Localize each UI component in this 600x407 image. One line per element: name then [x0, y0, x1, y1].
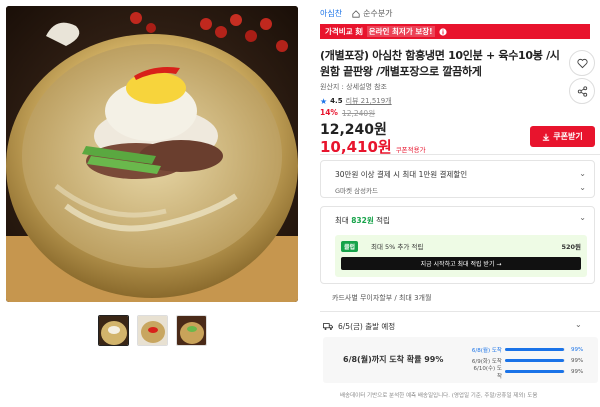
arrival-rows: 6/8(월) 도착 99% 6/9(화) 도착 99% 6/10(수) 도착 99%	[471, 344, 593, 380]
club-join-button[interactable]: 지금 시작하고 최대 적립 받기 →	[341, 257, 581, 270]
card-name: G마켓 삼성카드	[335, 187, 378, 195]
arrival-date: 6/8(월) 도착	[471, 347, 502, 354]
installment-info: 카드사별 무이자할부 / 최대 3개월	[332, 294, 432, 302]
origin-info: 원산지 : 상세설명 참조	[320, 83, 387, 91]
reward-amount: 832원	[351, 216, 374, 225]
card-discount-text: 30만원 이상 결제 시 최대 1만원 결제할인	[335, 170, 468, 179]
favorite-button[interactable]	[569, 50, 595, 76]
shipping-row[interactable]: 6/5(금) 출발 예정 ⌄	[323, 320, 582, 332]
product-info-panel: 아심찬 순수분가 가격비교 刻 온라인 최저가 보장! (개별포장) 아심찬 함…	[320, 0, 600, 407]
share-button[interactable]	[569, 78, 595, 104]
club-reward: 클럽 최대 5% 추가 적립 520원 지금 시작하고 최대 적립 받기 →	[335, 235, 587, 277]
discount-row: 14% 12,240원	[320, 108, 375, 119]
seller-badge: 순수분가	[352, 8, 393, 19]
rating-score: 4.5	[330, 97, 343, 105]
product-title: (개별포장) 아심찬 함흥냉면 10인분 + 육수10봉 /시원함 끝판왕 /개…	[320, 49, 560, 78]
arrival-percent: 99%	[571, 346, 584, 353]
seller-name[interactable]: 아심찬	[320, 8, 342, 19]
product-main-image	[6, 6, 298, 302]
thumbnail-2[interactable]	[137, 315, 168, 346]
reward-box: 최대 832원 적립 ⌄ 클럽 최대 5% 추가 적립 520원 지금 시작하고…	[320, 206, 595, 284]
lowest-price-banner[interactable]: 가격비교 刻 온라인 최저가 보장!	[320, 24, 590, 39]
original-price: 12,240원	[341, 109, 376, 118]
arrival-percent: 99%	[571, 368, 584, 375]
review-count[interactable]: 리뷰 21,519개	[346, 96, 392, 106]
arrival-date: 6/10(수) 도착	[473, 365, 502, 380]
truck-icon	[323, 322, 333, 331]
seller-line: 아심찬 순수분가	[320, 8, 393, 19]
discount-percent: 14%	[320, 108, 338, 117]
arrival-probability: 6/8(월)까지 도착 확률 99%	[343, 355, 444, 364]
divider	[320, 154, 600, 155]
reward-head: 최대 832원 적립	[335, 216, 390, 225]
home-icon	[352, 9, 360, 18]
chevron-down-icon[interactable]: ⌄	[579, 213, 586, 222]
arrival-row: 6/8(월) 도착 99%	[471, 344, 593, 355]
download-icon	[542, 133, 550, 141]
probability-bar	[505, 359, 565, 362]
divider	[320, 311, 600, 312]
chevron-down-icon[interactable]: ⌄	[579, 169, 586, 178]
shipping-label: 6/5(금) 출발 예정	[338, 322, 396, 331]
thumb-image	[138, 316, 167, 345]
probability-fill	[505, 370, 565, 373]
probability-bar	[505, 348, 565, 351]
thumbnail-list	[98, 315, 207, 346]
promo-highlight: 온라인 최저가 보장!	[366, 26, 435, 37]
delivery-note: 배송데이터 기반으로 분석한 예측 배송일입니다. (영업일 기준, 주말/공휴…	[340, 393, 538, 399]
thumbnail-1[interactable]	[98, 315, 129, 346]
probability-fill	[505, 348, 565, 351]
club-reward-desc: 최대 5% 추가 적립	[371, 243, 424, 251]
club-reward-amount: 520원	[561, 243, 581, 251]
card-discount-box[interactable]: 30만원 이상 결제 시 최대 1만원 결제할인 G마켓 삼성카드 ⌄ ⌄	[320, 160, 595, 198]
thumb-image	[177, 316, 206, 345]
get-coupon-button[interactable]: 쿠폰받기	[530, 126, 595, 147]
rating-row[interactable]: ★ 4.5 리뷰 21,519개	[320, 96, 392, 106]
arrival-row: 6/10(수) 도착 99%	[471, 365, 593, 380]
probability-fill	[505, 359, 565, 362]
thumbnail-3[interactable]	[176, 315, 207, 346]
info-icon	[438, 27, 447, 36]
naengmyeon-photo	[6, 6, 298, 302]
share-icon	[577, 85, 588, 97]
probability-bar	[505, 370, 565, 373]
delivery-estimate: 6/8(월)까지 도착 확률 99% 6/8(월) 도착 99% 6/9(화) 도착…	[323, 337, 598, 383]
coupon-price-label: 쿠폰적용가	[395, 146, 426, 154]
promo-prefix: 가격비교 刻	[325, 27, 363, 36]
chevron-down-icon[interactable]: ⌄	[579, 183, 586, 192]
star-icon: ★	[320, 96, 328, 106]
club-badge: 클럽	[341, 241, 359, 252]
thumb-image	[99, 316, 128, 345]
arrival-percent: 99%	[571, 357, 584, 364]
chevron-down-icon[interactable]: ⌄	[575, 320, 582, 329]
heart-icon	[576, 58, 588, 69]
